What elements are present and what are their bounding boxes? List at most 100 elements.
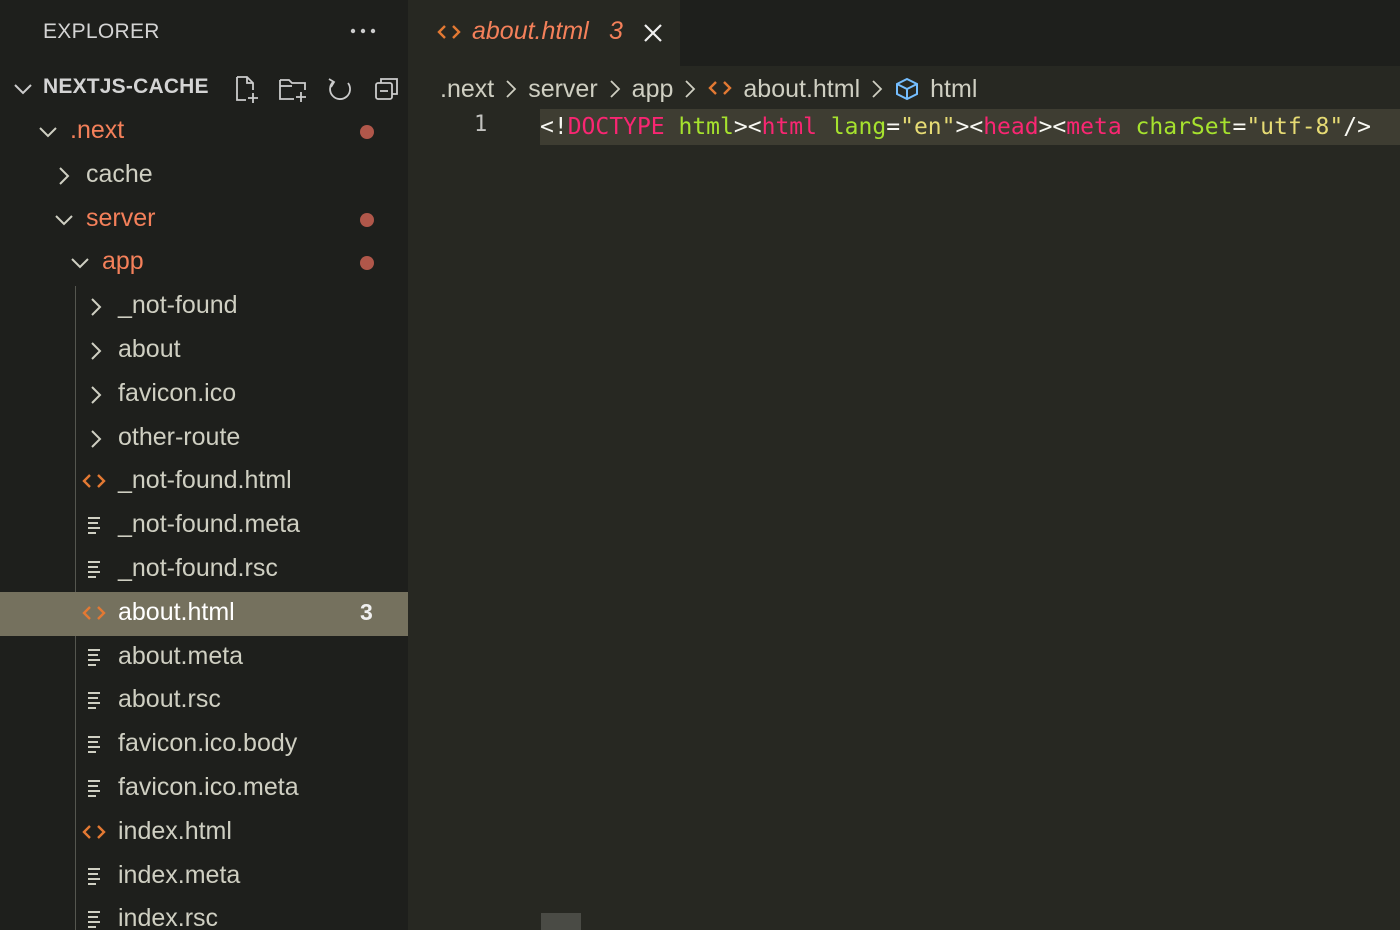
tree-item-about-rsc[interactable]: about.rsc [0,679,408,723]
code-token: head [983,114,1039,140]
ellipsis-icon [350,28,376,34]
breadcrumb-item-symbol[interactable]: html [930,75,977,104]
tree-item-label: _not-found.html [118,466,292,495]
chevron-right-icon [91,298,102,316]
code-token: <! [540,114,568,140]
tree-item-index-meta[interactable]: index.meta [0,855,408,899]
tree-item-next[interactable]: .next [0,110,408,154]
code-token: meta [1066,114,1122,140]
code-token: html [761,114,817,140]
tree-item-label: favicon.ico.meta [118,772,299,801]
breadcrumb-item-file[interactable]: about.html [743,75,860,104]
tree-item-about-meta[interactable]: about.meta [0,636,408,680]
code-token: >< [955,114,984,140]
html-file-icon [82,474,106,489]
text-file-icon [88,517,100,535]
tree-item-favicon-ico[interactable]: favicon.ico [0,373,408,417]
tree-item-not-found[interactable]: _not-found [0,285,408,329]
chevron-down-icon [39,127,57,138]
breadcrumb-item-app[interactable]: app [632,75,674,104]
code-token: = [1232,114,1247,140]
code-token: "utf-8" [1246,114,1344,140]
tree-item-label: about.meta [118,641,244,670]
line-number: 1 [474,112,488,137]
tree-item-label: index.rsc [118,904,219,930]
tab-bar: about.html 3 [408,0,1400,66]
code-token: html [664,114,734,140]
tree-item-label: about.rsc [118,685,221,714]
new-folder-icon [278,79,306,102]
code-line[interactable]: <!DOCTYPE html><html lang="en"><head><me… [540,109,1400,145]
tree-item-label: server [86,203,156,232]
chevron-down-icon [55,214,73,226]
code-token: charSet [1121,114,1233,140]
tree-item-label: about [118,334,181,363]
chevron-down-icon [71,258,89,269]
code-token: "en" [900,114,956,140]
chevron-right-icon [610,80,620,98]
html-file-icon [82,824,106,839]
tree-item-server[interactable]: server [0,198,408,242]
tree-item-favicon-ico-meta[interactable]: favicon.ico.meta [0,767,408,811]
file-tree: .next cache server app _not-foundabout favico… [0,110,408,930]
chevron-right-icon [872,80,883,98]
tree-item-index-html[interactable]: index.html [0,811,408,855]
problem-count-badge: 3 [360,598,373,625]
html-file-icon [708,81,733,95]
explorer-title: EXPLORER [43,20,160,43]
tree-item-cache[interactable]: cache [0,154,408,198]
tree-item-about-html[interactable]: about.html 3 [0,591,408,636]
code-token: /> [1343,114,1371,140]
tree-item-label: _not-found.rsc [118,553,278,582]
close-icon[interactable] [640,20,666,46]
more-actions-button[interactable] [344,16,382,46]
text-file-icon [88,779,100,797]
text-file-icon [88,648,100,666]
breadcrumb-item-server[interactable]: server [528,75,597,104]
tab-about-html[interactable]: about.html 3 [408,0,680,66]
tree-item-label: about.html [118,597,235,626]
new-folder-button[interactable] [269,70,316,108]
tree-item-not-found-rsc[interactable]: _not-found.rsc [0,548,408,592]
refresh-button[interactable] [316,70,363,108]
chevron-down-icon [14,84,32,95]
symbol-cube-icon [896,77,919,101]
text-file-icon [88,560,100,578]
text-file-icon [88,867,100,885]
tree-item-other-route[interactable]: other-route [0,417,408,461]
html-file-icon [82,605,106,620]
chevron-right-icon [91,386,102,404]
tree-item-label: _not-found [118,291,238,320]
tree-item-label: _not-found.meta [118,510,301,539]
horizontal-scrollbar[interactable] [541,913,581,930]
tree-item-app[interactable]: app [0,241,408,285]
new-file-icon [235,76,258,103]
code-token: lang [816,114,887,140]
modified-dot [360,212,374,227]
text-file-icon [88,692,100,710]
tree-item-favicon-ico-body[interactable]: favicon.ico.body [0,723,408,767]
workspace-section-header[interactable]: NEXTJS-CACHE [0,66,408,110]
tree-item-about[interactable]: about [0,329,408,373]
breadcrumb: .next server app about.html html [440,70,977,108]
code-token: DOCTYPE [567,114,665,140]
collapse-all-button[interactable] [363,70,408,108]
new-file-button[interactable] [222,70,269,108]
tree-item-index-rsc[interactable]: index.rsc [0,898,408,930]
tree-item-not-found-meta[interactable]: _not-found.meta [0,504,408,548]
collapse-all-icon [374,78,398,100]
tree-item-label: app [102,247,144,276]
chevron-right-icon [59,167,70,185]
breadcrumb-item-next[interactable]: .next [440,75,494,104]
chevron-right-icon [506,80,517,98]
modified-dot [360,256,374,271]
tree-item-not-found-html[interactable]: _not-found.html [0,460,408,504]
tree-item-label: favicon.ico.body [118,729,298,758]
tree-item-label: other-route [118,422,241,451]
html-file-icon [437,25,461,39]
modified-dot [360,125,374,139]
tree-item-label: index.html [118,816,232,845]
explorer-sidebar: EXPLORER NEXTJS-CACHE .next cache server… [0,0,408,930]
tree-item-label: favicon.ico [118,378,237,407]
explorer-header: EXPLORER [0,0,408,64]
